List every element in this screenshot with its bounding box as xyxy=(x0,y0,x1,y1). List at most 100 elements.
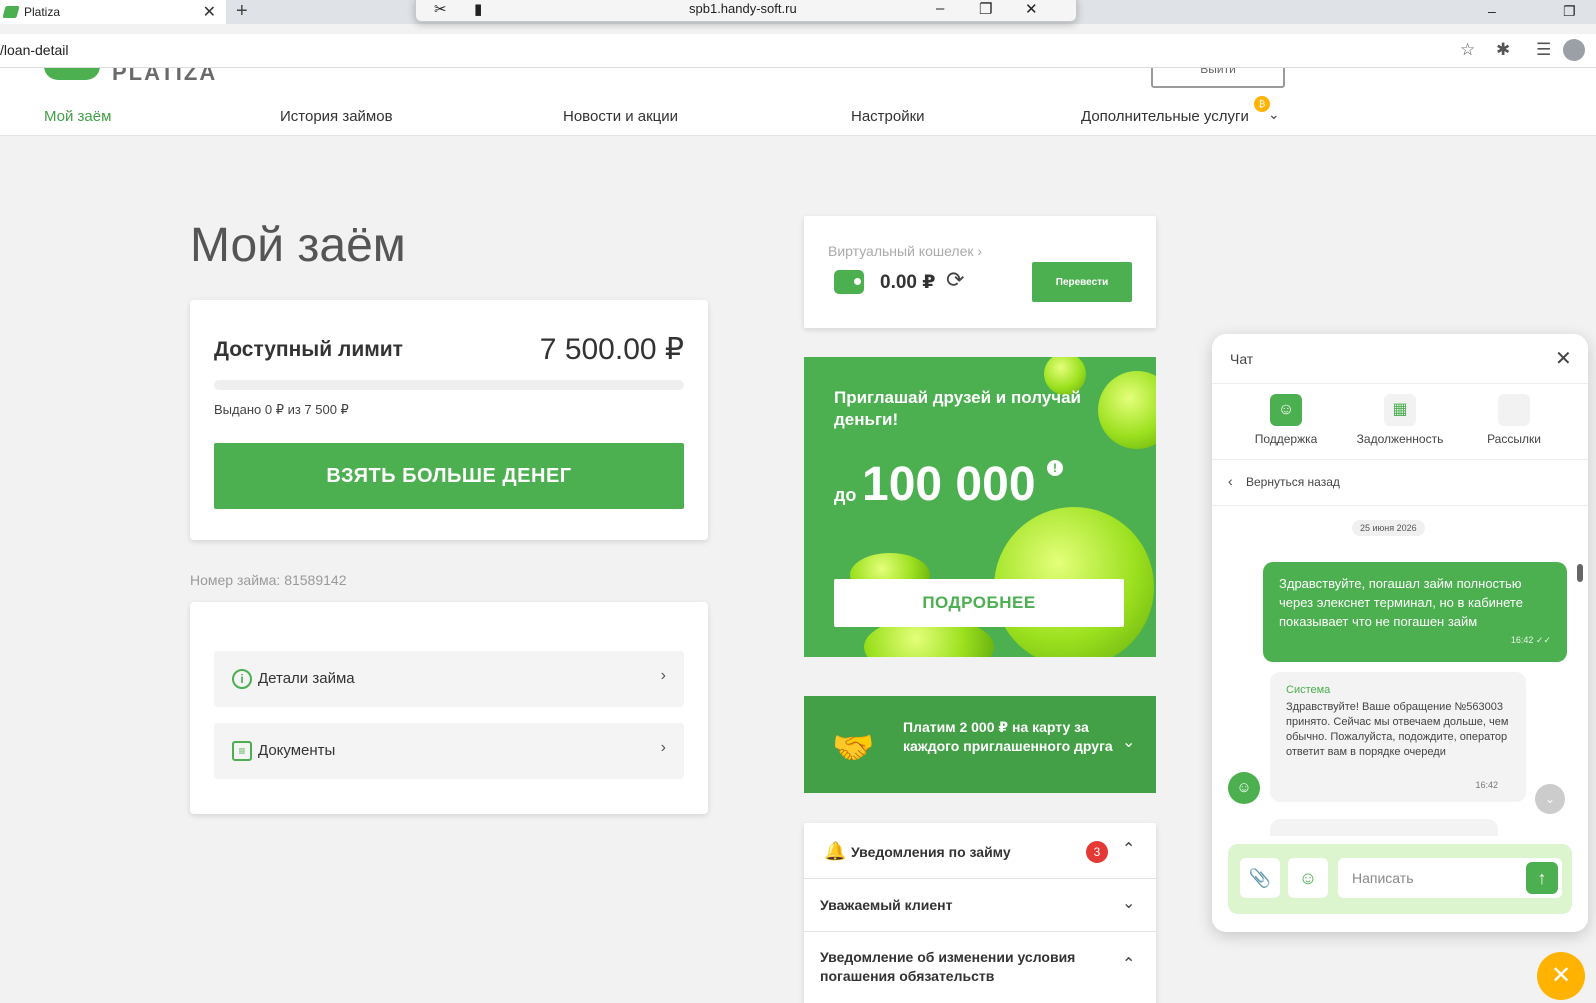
promo-banner[interactable]: Приглашай друзей и получай деньги! до 10… xyxy=(804,357,1156,657)
remote-minimize-icon[interactable]: – xyxy=(936,0,944,17)
back-link[interactable]: ‹ Вернуться назад xyxy=(1212,460,1588,506)
limit-value: 7 500.00 ₽ xyxy=(539,333,684,366)
chat-toggle-close-button[interactable]: ✕ xyxy=(1537,952,1585,1000)
platiza-logo-icon[interactable] xyxy=(44,68,100,80)
referral-card[interactable]: 🤝 Платим 2 000 ₽ на карту за каждого при… xyxy=(804,696,1156,793)
send-icon[interactable]: ↑ xyxy=(1526,862,1558,894)
nav-news[interactable]: Новости и акции xyxy=(563,108,678,125)
logout-button[interactable]: Выйти xyxy=(1151,68,1285,88)
tab-debt-label: Задолженность xyxy=(1356,432,1444,446)
bell-icon: 🔔 xyxy=(824,841,847,861)
chevron-down-icon[interactable]: ⌄ xyxy=(1122,732,1135,752)
handshake-icon: 🤝 xyxy=(832,729,875,767)
limit-progress-bar xyxy=(214,380,684,390)
tab-mailings-label: Рассылки xyxy=(1487,432,1541,446)
notifications-card: 🔔 Уведомления по займу 3 ⌃ Уважаемый кли… xyxy=(804,823,1156,1003)
favorites-icon[interactable]: ☰ xyxy=(1536,40,1551,60)
wallet-title[interactable]: Виртуальный кошелек › xyxy=(828,243,982,259)
tab-title: Platiza xyxy=(24,5,61,19)
referral-text: Платим 2 000 ₽ на карту за каждого пригл… xyxy=(903,719,1113,754)
notifications-title: Уведомления по займу xyxy=(851,844,1011,860)
unpin-icon[interactable]: ✂ xyxy=(434,0,447,18)
site-header: PLATIZA Выйти Мой заём История займов Но… xyxy=(0,68,1596,136)
chevron-up-icon[interactable]: ⌃ xyxy=(1122,954,1135,974)
remote-host: spb1.handy-soft.ru xyxy=(689,1,797,16)
attach-icon[interactable]: 📎 xyxy=(1240,858,1280,898)
back-label: Вернуться назад xyxy=(1246,475,1340,489)
tab-close-icon[interactable]: ✕ xyxy=(203,2,216,22)
star-icon[interactable]: ☆ xyxy=(1460,40,1475,60)
loan-number: Номер займа: 81589142 xyxy=(190,572,347,588)
remote-restore-icon[interactable]: ❐ xyxy=(979,0,992,18)
chevron-right-icon: › xyxy=(660,739,666,756)
message-time: 16:42 ✓✓ xyxy=(1510,635,1551,645)
nav-loan-history[interactable]: История займов xyxy=(280,108,393,125)
outgoing-message-text: Здравствуйте, погашал займ полностью чер… xyxy=(1279,576,1523,629)
notifications-header[interactable]: 🔔 Уведомления по займу 3 ⌃ xyxy=(804,823,1156,879)
documents-link[interactable]: ≡ Документы › xyxy=(214,723,684,779)
outgoing-message: Здравствуйте, погашал займ полностью чер… xyxy=(1263,562,1567,662)
promo-details-button[interactable]: ПОДРОБНЕЕ xyxy=(834,579,1124,627)
chevron-down-icon[interactable]: ⌄ xyxy=(1122,893,1135,913)
refresh-icon[interactable]: ⟳ xyxy=(946,267,964,293)
window-minimize-icon[interactable]: – xyxy=(1488,0,1496,22)
loan-details-link[interactable]: i Детали займа › xyxy=(214,651,684,707)
promo-footnote-mark: ! xyxy=(1047,460,1063,476)
new-tab-button[interactable]: + xyxy=(236,0,248,22)
close-icon[interactable]: ✕ xyxy=(1555,346,1572,371)
address-bar: /loan-detail ☆ ✱ ☰ xyxy=(0,34,1596,68)
nav-extra-services[interactable]: Дополнительные услуги xyxy=(1081,108,1249,125)
message-author: Система xyxy=(1286,684,1331,696)
chevron-left-icon: ‹ xyxy=(1228,473,1233,489)
get-more-money-button[interactable]: ВЗЯТЬ БОЛЬШЕ ДЕНЕГ xyxy=(214,443,684,509)
chat-scrollbar[interactable] xyxy=(1574,508,1584,826)
limit-card: Доступный лимит 7 500.00 ₽ Выдано 0 ₽ из… xyxy=(190,300,708,540)
limit-label: Доступный лимит xyxy=(214,338,403,361)
message-composer: 📎 ☺ ↑ xyxy=(1228,844,1572,914)
notification-title: Уважаемый клиент xyxy=(820,897,953,913)
remote-close-icon[interactable]: ✕ xyxy=(1025,0,1038,18)
notifications-count-badge: 3 xyxy=(1086,841,1108,863)
agent-avatar-icon: ☺ xyxy=(1228,772,1260,804)
url-text[interactable]: /loan-detail xyxy=(0,42,69,58)
message-input[interactable] xyxy=(1338,858,1522,898)
chat-messages: 25 июня 2026 Здравствуйте, погашал займ … xyxy=(1212,506,1588,836)
send-button-wrap: ↑ xyxy=(1522,858,1562,898)
tab-debt[interactable]: ▦ Задолженность xyxy=(1345,394,1455,446)
document-icon: ≡ xyxy=(232,741,252,761)
chevron-down-icon[interactable]: ⌄ xyxy=(1268,106,1280,123)
info-icon: i xyxy=(232,669,252,689)
wallet-card: Виртуальный кошелек › 0.00 ₽ ⟳ Перевести xyxy=(804,216,1156,328)
extensions-icon[interactable]: ✱ xyxy=(1496,40,1510,60)
transfer-button[interactable]: Перевести xyxy=(1032,262,1132,302)
window-maximize-icon[interactable]: ❐ xyxy=(1563,0,1576,22)
notification-item[interactable]: Уведомление об изменении условия погашен… xyxy=(804,932,1156,1003)
scroll-down-button[interactable]: ⌄ xyxy=(1535,784,1565,814)
profile-avatar[interactable] xyxy=(1563,39,1585,61)
logo-text: PLATIZA xyxy=(112,68,218,85)
promo-prefix: до xyxy=(834,485,857,505)
incoming-message: Система Здравствуйте! Ваше обращение №56… xyxy=(1270,672,1526,802)
date-chip: 25 июня 2026 xyxy=(1352,520,1425,536)
scrollbar-thumb[interactable] xyxy=(1577,564,1583,582)
incoming-message xyxy=(1270,819,1498,836)
tab-support-label: Поддержка xyxy=(1254,432,1318,446)
tab-mailings[interactable]: Рассылки xyxy=(1459,394,1569,446)
loan-links-card: i Детали займа › ≡ Документы › xyxy=(190,602,708,814)
browser-tab[interactable]: Platiza ✕ xyxy=(0,0,226,24)
chat-title: Чат xyxy=(1230,351,1254,367)
nav-my-loan[interactable]: Мой заём xyxy=(44,108,111,125)
wallet-amount: 0.00 ₽ xyxy=(880,272,936,293)
notification-title: Уведомление об изменении условия погашен… xyxy=(820,949,1076,984)
tab-support[interactable]: ☺ Поддержка xyxy=(1231,394,1341,446)
calendar-icon: ▦ xyxy=(1384,394,1416,426)
chat-tabs: ☺ Поддержка ▦ Задолженность Рассылки xyxy=(1212,384,1588,460)
wallet-icon xyxy=(834,270,864,294)
emoji-icon[interactable]: ☺ xyxy=(1288,858,1328,898)
documents-label: Документы xyxy=(258,742,336,759)
nav-settings[interactable]: Настройки xyxy=(851,108,925,125)
chevron-up-icon[interactable]: ⌃ xyxy=(1122,839,1135,859)
promo-title: Приглашай друзей и получай деньги! xyxy=(834,388,1082,429)
chat-header: Чат ✕ xyxy=(1212,334,1588,384)
notification-item[interactable]: Уважаемый клиент ⌄ xyxy=(804,879,1156,932)
